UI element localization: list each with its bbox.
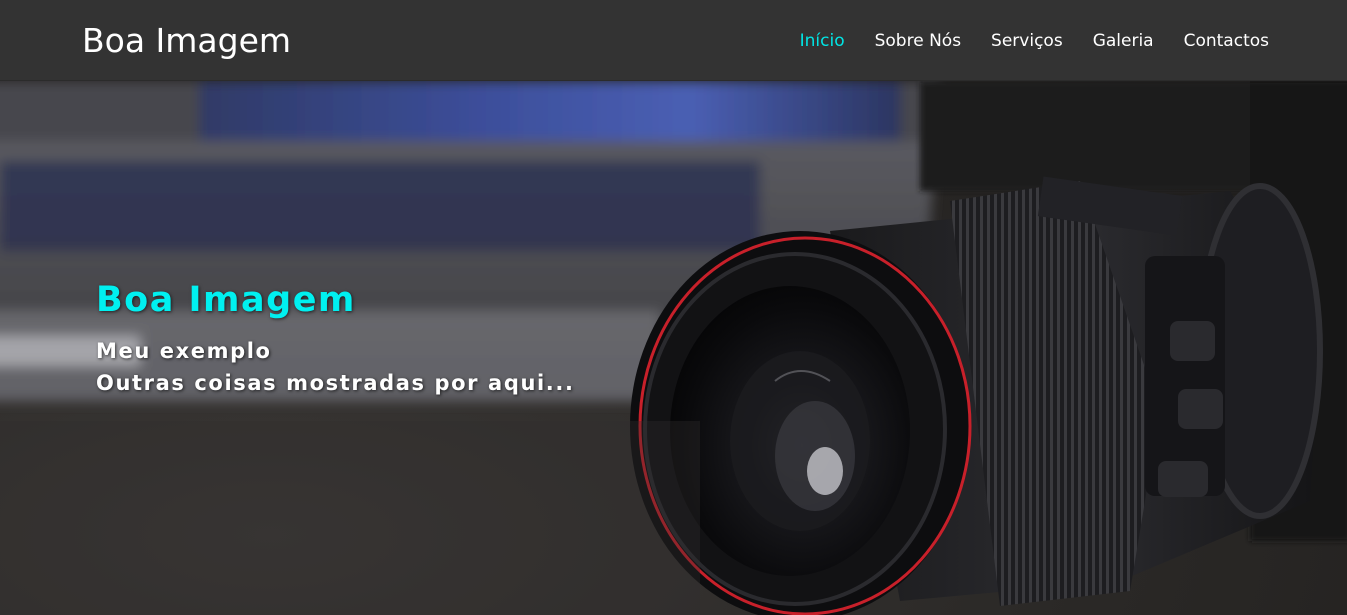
nav-menu: Início Sobre Nós Serviços Galeria Contac… — [770, 29, 1269, 53]
nav-item-inicio: Início — [770, 29, 845, 53]
hero-subtitle-line-2: Outras coisas mostradas por aqui... — [96, 371, 575, 395]
hero-subtitle-line-1: Meu exemplo — [96, 339, 272, 363]
hero-title: Boa Imagem — [96, 280, 356, 320]
nav-link-inicio[interactable]: Início — [800, 29, 845, 53]
navbar: Boa Imagem Início Sobre Nós Serviços Gal… — [0, 0, 1347, 81]
nav-item-servicos: Serviços — [961, 29, 1063, 53]
nav-link-sobre-nos[interactable]: Sobre Nós — [875, 29, 961, 53]
nav-link-galeria[interactable]: Galeria — [1093, 29, 1154, 53]
nav-item-sobre-nos: Sobre Nós — [845, 29, 961, 53]
hero-caption: Boa Imagem Meu exemplo Outras coisas mos… — [96, 277, 575, 399]
hero-section: Boa Imagem Meu exemplo Outras coisas mos… — [0, 81, 1347, 615]
brand-logo[interactable]: Boa Imagem — [82, 19, 291, 63]
nav-item-galeria: Galeria — [1063, 29, 1154, 53]
nav-item-contactos: Contactos — [1154, 29, 1269, 53]
nav-link-contactos[interactable]: Contactos — [1184, 29, 1269, 53]
nav-link-servicos[interactable]: Serviços — [991, 29, 1063, 53]
